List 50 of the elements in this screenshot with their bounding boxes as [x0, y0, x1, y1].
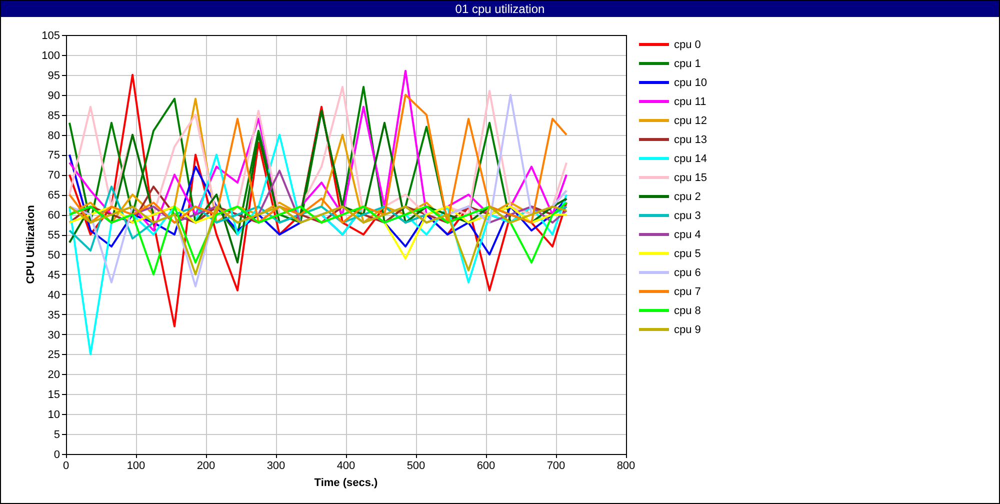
tick-label: 5 [54, 429, 60, 442]
tick-label: 800 [616, 460, 636, 472]
tick-label: 20 [48, 369, 60, 382]
tick-label: 105 [42, 30, 60, 42]
tick-label: 45 [48, 269, 60, 282]
legend-label: cpu 10 [674, 76, 708, 88]
tick-label: 90 [48, 90, 60, 102]
tick-label: 0 [54, 449, 60, 461]
legend-label: cpu 15 [674, 172, 708, 184]
tick-label: 500 [406, 460, 426, 472]
legend-label: cpu 12 [674, 114, 708, 126]
tick-label: 600 [476, 460, 496, 472]
legend-label: cpu 14 [674, 152, 708, 164]
tick-label: 50 [48, 249, 60, 262]
tick-label: 25 [48, 349, 60, 362]
tick-label: 15 [48, 389, 60, 402]
tick-label: 95 [48, 70, 60, 82]
tick-label: 10 [48, 409, 60, 422]
tick-label: 35 [48, 309, 60, 322]
tick-label: 70 [48, 170, 60, 182]
tick-label: 400 [336, 460, 356, 472]
legend-label: cpu 13 [674, 134, 708, 146]
tick-label: 0 [62, 460, 70, 472]
tick-label: 60 [48, 210, 60, 222]
axis-title: Time (secs.) [314, 477, 378, 489]
tick-label: 100 [42, 50, 60, 62]
tick-label: 40 [48, 289, 60, 302]
legend-label: cpu 7 [674, 286, 701, 298]
tick-label: 65 [48, 190, 60, 202]
tick-label: 80 [48, 130, 60, 142]
axis-title: CPU Utilization [25, 205, 37, 284]
window-title: 01 cpu utilization [1, 1, 999, 17]
tick-label: 85 [48, 110, 60, 122]
legend-label: cpu 3 [674, 210, 701, 222]
legend-label: cpu 4 [674, 228, 701, 240]
legend-label: cpu 1 [674, 58, 701, 70]
legend-label: cpu 5 [674, 248, 701, 260]
tick-label: 75 [48, 150, 60, 162]
tick-label: 700 [546, 460, 566, 472]
tick-label: 30 [48, 329, 60, 342]
tick-label: 100 [126, 460, 146, 472]
tick-label: 200 [196, 460, 216, 472]
legend-label: cpu 0 [674, 38, 701, 50]
legend-label: cpu 11 [674, 96, 706, 108]
tick-label: 300 [266, 460, 286, 472]
legend-label: cpu 6 [674, 266, 701, 278]
tick-label: 55 [48, 230, 60, 242]
legend-label: cpu 2 [674, 190, 701, 202]
legend-label: cpu 9 [674, 324, 701, 336]
legend-label: cpu 8 [674, 304, 701, 316]
